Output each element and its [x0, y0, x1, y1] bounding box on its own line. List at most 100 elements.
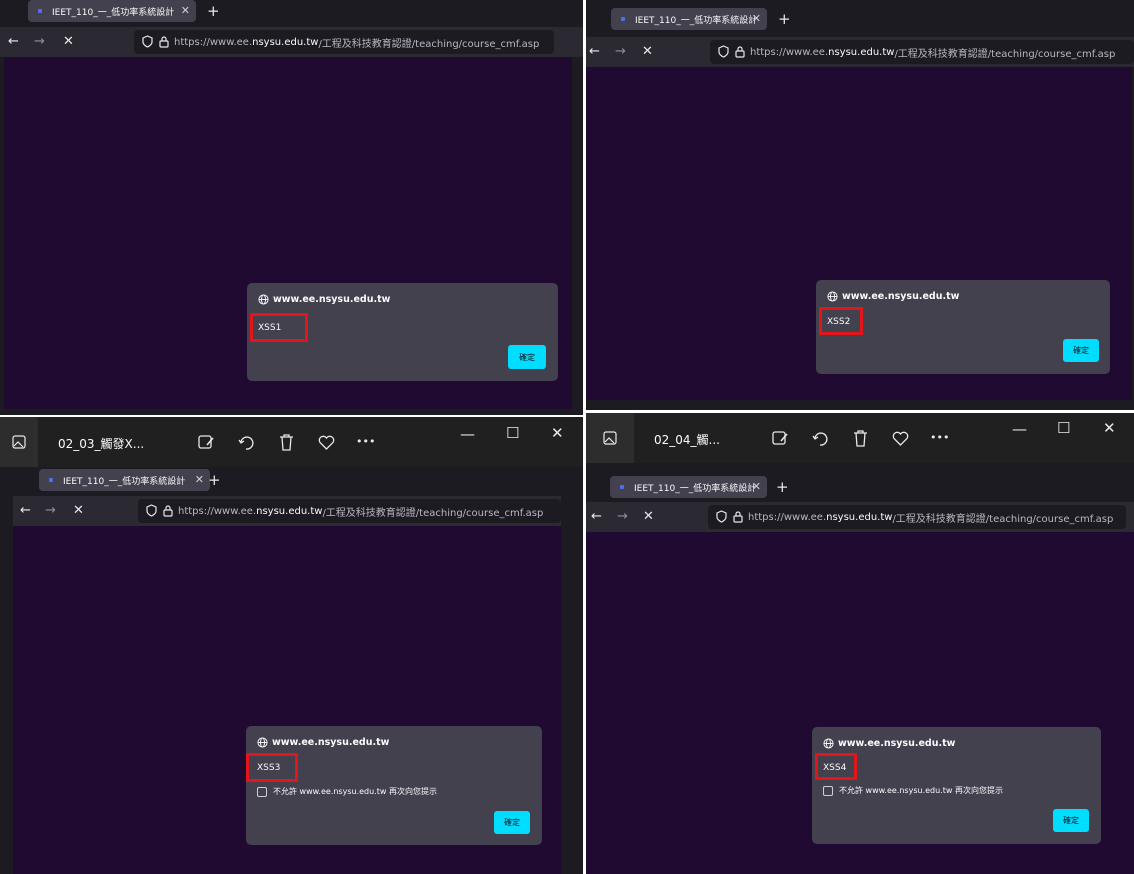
maximize-button[interactable]: ☐: [506, 425, 519, 441]
back-button[interactable]: ←: [591, 510, 602, 524]
alert-dialog: www.ee.nsysu.edu.tw XSS2 確定: [816, 280, 1110, 374]
tab-close-icon[interactable]: ✕: [752, 11, 761, 27]
highlight-box: [815, 753, 857, 780]
more-options-button[interactable]: •••: [356, 434, 375, 450]
url-domain: nsysu.edu.tw: [252, 36, 319, 48]
globe-icon: [258, 294, 269, 305]
dialog-origin: www.ee.nsysu.edu.tw: [823, 738, 955, 749]
more-options-button[interactable]: •••: [930, 430, 949, 446]
forward-button[interactable]: →: [615, 45, 626, 59]
browser-window-1: IEET_110_一_低功率系統設計 ✕ + ← → ✕ https://www…: [0, 0, 583, 415]
globe-icon: [823, 738, 834, 749]
suppress-label: 不允許 www.ee.nsysu.edu.tw 再次向您提示: [839, 786, 1003, 795]
favorite-button[interactable]: [890, 428, 910, 448]
url-prefix: https://www.ee.: [750, 46, 829, 58]
minimize-button[interactable]: —: [1012, 421, 1027, 437]
ok-button[interactable]: 確定: [1053, 809, 1089, 832]
heart-icon: [318, 435, 334, 450]
dialog-origin: www.ee.nsysu.edu.tw: [827, 291, 959, 302]
tab-close-icon[interactable]: ✕: [181, 3, 190, 19]
suppress-checkbox[interactable]: [823, 785, 833, 796]
lock-icon[interactable]: [163, 504, 173, 517]
stop-button[interactable]: ✕: [642, 45, 653, 59]
url-prefix: https://www.ee.: [178, 505, 257, 517]
dialog-origin-text: www.ee.nsysu.edu.tw: [272, 737, 390, 748]
close-window-button[interactable]: ✕: [551, 425, 564, 441]
stop-button[interactable]: ✕: [63, 35, 74, 49]
screenshot-collage: IEET_110_一_低功率系統設計 ✕ + ← → ✕ https://www…: [0, 0, 1134, 874]
new-tab-button[interactable]: +: [778, 11, 791, 27]
photo-title: 02_04_觸...: [654, 433, 720, 447]
rotate-button[interactable]: [236, 432, 256, 452]
ok-button[interactable]: 確定: [1063, 339, 1099, 362]
browser-tab[interactable]: IEET_110_一_低功率系統設計 ✕: [611, 8, 767, 30]
forward-button[interactable]: →: [617, 510, 628, 524]
tab-strip: IEET_110_一_低功率系統設計 ✕ +: [13, 469, 561, 499]
minimize-button[interactable]: —: [460, 426, 475, 442]
back-button[interactable]: ←: [589, 45, 600, 59]
suppress-checkbox-row[interactable]: 不允許 www.ee.nsysu.edu.tw 再次向您提示: [257, 786, 437, 797]
browser-window-2: IEET_110_一_低功率系統設計 ✕ + ← → ✕ https://www…: [586, 0, 1134, 410]
favorite-button[interactable]: [316, 432, 336, 452]
dialog-origin: www.ee.nsysu.edu.tw: [257, 737, 389, 748]
forward-button[interactable]: →: [34, 35, 45, 49]
tab-strip: IEET_110_一_低功率系統設計 ✕ +: [586, 8, 1134, 38]
shield-icon[interactable]: [142, 35, 153, 48]
highlight-box: [246, 753, 298, 782]
rotate-icon: [811, 431, 828, 446]
delete-button[interactable]: [850, 428, 870, 448]
shield-icon[interactable]: [716, 510, 727, 523]
photos-titlebar: 02_04_觸... ••• — ☐ ✕: [586, 413, 1134, 463]
tab-title: IEET_110_一_低功率系統設計: [63, 476, 186, 487]
browser-tab[interactable]: IEET_110_一_低功率系統設計 ✕: [28, 0, 196, 22]
ok-button[interactable]: 確定: [494, 811, 530, 834]
url-domain: nsysu.edu.tw: [256, 505, 323, 517]
suppress-checkbox[interactable]: [257, 786, 267, 797]
edit-image-button[interactable]: [196, 432, 216, 452]
new-tab-button[interactable]: +: [208, 472, 221, 488]
lock-icon[interactable]: [159, 35, 169, 48]
url-bar[interactable]: https://www.ee. nsysu.edu.tw/工程及科技教育認證/te…: [138, 499, 561, 523]
lock-icon[interactable]: [735, 45, 745, 58]
back-button[interactable]: ←: [8, 35, 19, 49]
url-bar[interactable]: https://www.ee. nsysu.edu.tw/工程及科技教育認證/te…: [134, 30, 554, 54]
page-content: www.ee.nsysu.edu.tw XSS2 確定: [586, 67, 1132, 400]
ok-button[interactable]: 確定: [508, 345, 546, 369]
favicon-icon: [38, 9, 42, 13]
shield-icon[interactable]: [146, 504, 157, 517]
delete-button[interactable]: [276, 432, 296, 452]
stop-button[interactable]: ✕: [643, 510, 654, 524]
url-bar[interactable]: https://www.ee. nsysu.edu.tw/工程及科技教育認證/te…: [708, 505, 1126, 529]
browser-tab[interactable]: IEET_110_一_低功率系統設計 ✕: [610, 476, 767, 498]
back-button[interactable]: ←: [20, 504, 31, 518]
shield-icon[interactable]: [718, 45, 729, 58]
alert-dialog: www.ee.nsysu.edu.tw XSS4 不允許 www.ee.nsys…: [812, 727, 1101, 844]
lock-icon[interactable]: [733, 510, 743, 523]
close-window-button[interactable]: ✕: [1103, 420, 1116, 436]
forward-button[interactable]: →: [45, 504, 56, 518]
rotate-button[interactable]: [810, 428, 830, 448]
gallery-button[interactable]: [586, 413, 634, 463]
browser-tab[interactable]: IEET_110_一_低功率系統設計 ✕: [39, 469, 210, 491]
favicon-icon: [621, 17, 625, 21]
alert-dialog: www.ee.nsysu.edu.tw XSS1 確定: [247, 283, 558, 381]
photos-window-2: 02_04_觸... ••• — ☐ ✕ IEET_110_一_低功率系統設計 …: [586, 413, 1134, 874]
tab-close-icon[interactable]: ✕: [752, 479, 761, 495]
tab-close-icon[interactable]: ✕: [195, 472, 204, 488]
highlight-box: [250, 313, 308, 342]
url-bar[interactable]: https://www.ee. nsysu.edu.tw/工程及科技教育認證/te…: [710, 40, 1134, 64]
new-tab-button[interactable]: +: [207, 3, 220, 19]
url-path: /工程及科技教育認證/teaching/course_cmf.asp: [322, 507, 544, 519]
maximize-button[interactable]: ☐: [1057, 420, 1070, 436]
gallery-button[interactable]: [0, 417, 38, 467]
url-prefix: https://www.ee.: [174, 36, 253, 48]
edit-image-button[interactable]: [770, 428, 790, 448]
nav-toolbar: ← → ✕ https://www.ee. nsysu.edu.tw/工程及科技教…: [586, 37, 1134, 67]
photos-titlebar: 02_03_觸發X... ••• — ☐ ✕: [0, 417, 583, 467]
dialog-origin: www.ee.nsysu.edu.tw: [258, 294, 390, 305]
stop-button[interactable]: ✕: [73, 504, 84, 518]
dialog-origin-text: www.ee.nsysu.edu.tw: [838, 738, 956, 749]
new-tab-button[interactable]: +: [776, 479, 789, 495]
suppress-checkbox-row[interactable]: 不允許 www.ee.nsysu.edu.tw 再次向您提示: [823, 785, 1003, 796]
collage-divider: [583, 0, 586, 874]
